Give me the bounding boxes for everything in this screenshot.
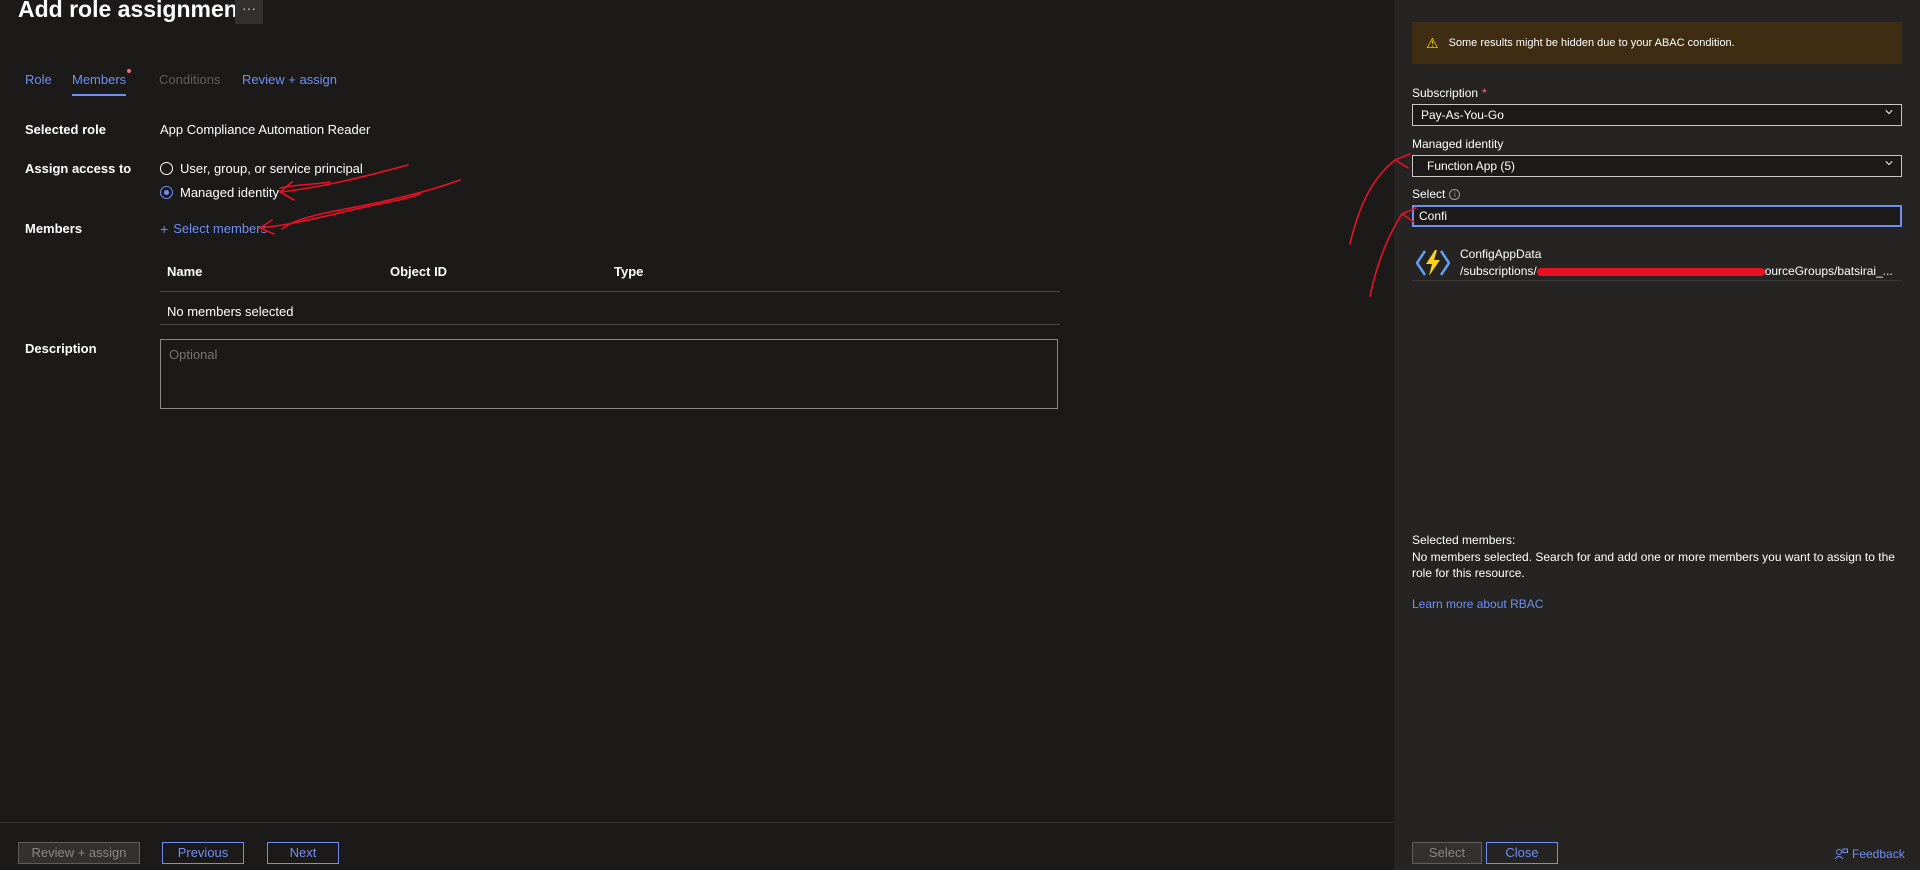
more-options-button[interactable]: ···	[235, 0, 263, 24]
radio-label: User, group, or service principal	[180, 161, 363, 176]
result-divider	[1412, 280, 1902, 281]
required-indicator	[127, 69, 132, 73]
description-label: Description	[25, 341, 97, 356]
previous-button[interactable]: Previous	[162, 842, 244, 864]
tab-members[interactable]: Members	[72, 69, 132, 96]
radio-circle-checked[interactable]	[160, 186, 173, 199]
managed-identity-label: Managed identity	[1412, 137, 1504, 151]
function-app-icon	[1416, 250, 1450, 276]
select-members-link[interactable]: + Select members	[160, 221, 267, 236]
close-button[interactable]: Close	[1486, 842, 1558, 864]
selected-role-value: App Compliance Automation Reader	[160, 122, 371, 137]
selected-role-label: Selected role	[25, 122, 106, 137]
tab-role[interactable]: Role	[25, 72, 52, 87]
info-icon[interactable]: i	[1449, 188, 1461, 200]
selected-members-text: No members selected. Search for and add …	[1412, 550, 1895, 580]
page-title: Add role assignment	[18, 0, 246, 22]
description-textarea[interactable]	[160, 339, 1058, 409]
radio-user-group-sp[interactable]: User, group, or service principal	[160, 161, 363, 176]
main-blade: Add role assignment ··· Role Members Con…	[0, 0, 1394, 870]
tab-conditions: Conditions	[159, 72, 221, 87]
result-name: ConfigAppData	[1460, 247, 1542, 261]
row-divider	[160, 324, 1060, 325]
review-assign-button: Review + assign	[18, 842, 140, 864]
column-header-object-id: Object ID	[390, 264, 448, 279]
selected-members-heading: Selected members:	[1412, 533, 1516, 547]
plus-icon: +	[160, 220, 169, 237]
members-label: Members	[25, 221, 83, 236]
learn-more-rbac-link[interactable]: Learn more about RBAC	[1412, 597, 1543, 611]
radio-circle[interactable]	[160, 162, 173, 175]
subscription-dropdown[interactable]: Pay-As-You-Go	[1412, 104, 1902, 126]
member-search-input[interactable]	[1412, 205, 1902, 227]
select-members-panel: ⚠ Some results might be hidden due to yo…	[1394, 0, 1920, 870]
feedback-icon	[1834, 848, 1848, 860]
search-result-item[interactable]: ConfigAppData /subscriptions/ourceGroups…	[1412, 243, 1902, 281]
abac-warning-banner: ⚠ Some results might be hidden due to yo…	[1412, 22, 1902, 64]
column-header-name: Name	[167, 264, 203, 279]
select-button: Select	[1412, 842, 1482, 864]
required-asterisk: *	[1482, 86, 1487, 100]
radio-managed-identity[interactable]: Managed identity	[160, 185, 279, 200]
assign-access-label: Assign access to	[25, 161, 132, 176]
result-path: /subscriptions/ourceGroups/batsirai_...	[1460, 264, 1893, 278]
footer-divider	[0, 822, 1394, 823]
select-label: Select i	[1412, 187, 1461, 201]
subscription-label: Subscription *	[1412, 86, 1487, 100]
feedback-link[interactable]: Feedback	[1834, 847, 1905, 861]
next-button[interactable]: Next	[267, 842, 339, 864]
empty-table-message: No members selected	[167, 304, 294, 319]
redaction-mark	[1536, 267, 1765, 276]
warning-icon: ⚠	[1426, 34, 1439, 51]
tab-review-assign[interactable]: Review + assign	[242, 72, 337, 87]
chevron-down-icon	[1885, 110, 1893, 115]
select-members-text: Select members	[173, 221, 268, 236]
warning-text: Some results might be hidden due to your…	[1448, 37, 1735, 49]
tab-underline	[72, 94, 127, 96]
managed-identity-dropdown[interactable]: Function App (5)	[1412, 155, 1902, 177]
header-divider	[160, 291, 1060, 292]
chevron-down-icon	[1885, 161, 1893, 166]
radio-label: Managed identity	[180, 185, 280, 200]
column-header-type: Type	[614, 264, 644, 279]
